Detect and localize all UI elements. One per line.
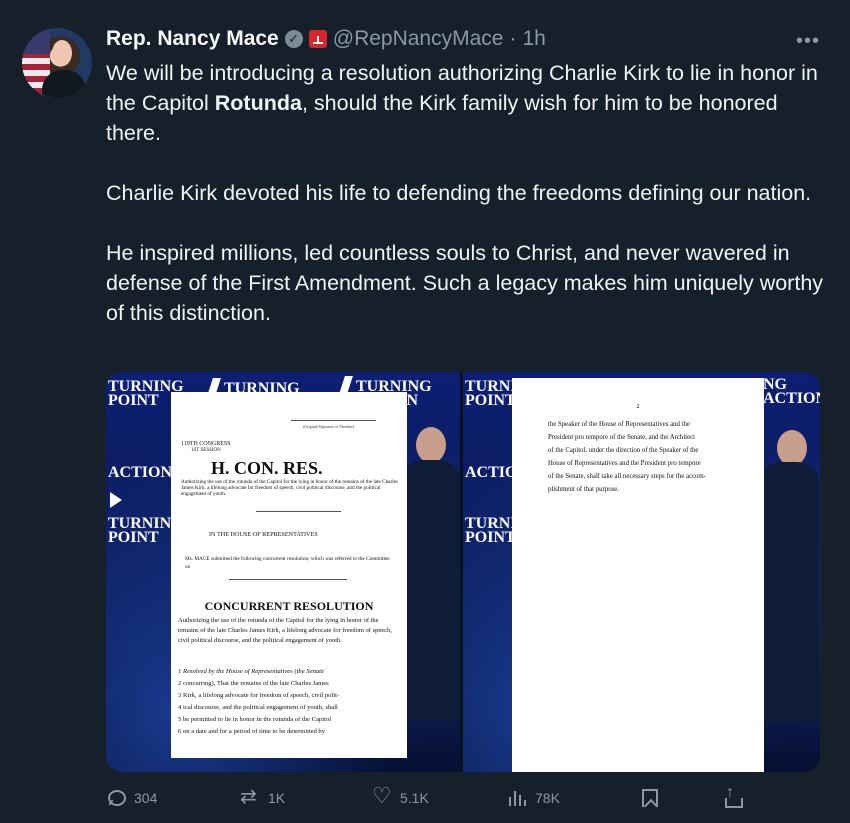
resolution-document-page-1: (Original Signature of Member) 119TH CON…: [171, 392, 407, 758]
views-count: 78K: [535, 790, 560, 806]
tweet-paragraph-3: He inspired millions, led countless soul…: [106, 241, 824, 325]
tweet-text: We will be introducing a resolution auth…: [106, 58, 826, 358]
session-label: 1ST SESSION: [191, 448, 221, 453]
author-avatar[interactable]: [22, 28, 92, 98]
bill-summary: Authorizing the use of the rotunda of th…: [181, 479, 398, 498]
resolution-line-4: 4 ical discourse, and the political enga…: [178, 704, 338, 711]
views-icon: [507, 788, 527, 808]
action-logo-left: ACTION: [108, 464, 173, 481]
repost-icon: [240, 787, 260, 808]
more-options-icon[interactable]: •••: [796, 30, 820, 53]
heart-icon: [372, 785, 392, 808]
resolution-line-5: 5 be permitted to lie in honor in the ro…: [178, 716, 332, 723]
bold-word: Rotunda: [214, 91, 302, 115]
repost-count: 1K: [268, 790, 286, 806]
sponsor-text: Ms. MACE submitted the following concurr…: [185, 556, 390, 570]
concurrent-resolution-title: CONCURRENT RESOLUTION: [204, 599, 374, 613]
separator-dot: ·: [509, 27, 517, 50]
resolution-line-6: 6 on a date and for a period of time to …: [178, 728, 326, 735]
like-button[interactable]: 5.1K: [372, 785, 429, 808]
right-document-line-1: the Speaker of the House of Representati…: [548, 421, 690, 428]
reply-button[interactable]: 304: [106, 788, 157, 808]
house-label: IN THE HOUSE OF REPRESENTATIVES: [209, 531, 318, 538]
tweet-actions: 304 1K 5.1K 78K: [106, 783, 830, 812]
signature-label: (Original Signature of Member): [303, 424, 355, 429]
resolution-summary: Authorizing the use of the rotunda of th…: [178, 617, 392, 644]
media-image-right[interactable]: TURNING POINT ACTION TURNING POINT NG ACTIO…: [463, 372, 820, 772]
right-document-line-5: of the Senate, shall take all necessary …: [548, 473, 706, 480]
media-image-left[interactable]: TURNINGPOINT TURNING TURNINGACTION ACTIO…: [106, 372, 460, 772]
arrow-icon: [110, 492, 122, 508]
page-number: 2: [636, 404, 640, 410]
author-name[interactable]: Rep. Nancy Mace: [106, 27, 279, 51]
right-document-line-2: President pro tempore of the Senate, and…: [548, 434, 696, 441]
bookmark-icon: [638, 788, 658, 808]
like-count: 5.1K: [400, 790, 429, 806]
share-button[interactable]: [722, 783, 743, 808]
views-button[interactable]: 78K: [507, 788, 560, 808]
ng-action-logo-right: NGACTION: [763, 376, 820, 407]
speaker-head: [416, 427, 446, 463]
congress-label: 119TH CONGRESS: [181, 441, 231, 447]
right-document-line-6: plishment of that purpose.: [548, 486, 619, 493]
verified-badge-icon: ✓: [284, 30, 303, 48]
speaker-body-right: [759, 462, 819, 722]
tweet-header: Rep. Nancy Mace ✓ @RepNancyMace · 1h: [106, 26, 546, 52]
resolution-line-2: 2 concurring), That the remains of the l…: [178, 680, 329, 687]
resolution-line-1: 1 Resolved by the House of Representativ…: [178, 668, 324, 675]
bookmark-button[interactable]: [638, 788, 658, 808]
author-handle[interactable]: @RepNancyMace: [333, 27, 504, 51]
tweet-paragraph-2: Charlie Kirk devoted his life to defendi…: [106, 181, 812, 205]
right-document-line-3: of the Capitol, under the direction of t…: [548, 447, 699, 454]
tweet-media-gallery[interactable]: TURNINGPOINT TURNING TURNINGACTION ACTIO…: [106, 372, 820, 772]
tweet-paragraph-1: We will be introducing a resolution auth…: [106, 61, 818, 145]
government-badge-icon: [308, 30, 327, 48]
speaker-body: [401, 460, 460, 720]
post-time[interactable]: 1h: [522, 27, 545, 51]
speaker-head-right: [777, 430, 807, 466]
share-icon: [722, 783, 743, 808]
repost-button[interactable]: 1K: [240, 787, 286, 808]
bill-number: H. CON. RES.: [211, 458, 323, 478]
resolution-document-page-2: 2 the Speaker of the House of Representa…: [512, 378, 764, 772]
resolution-line-3: 3 Kirk, a lifelong advocate for freedom …: [178, 692, 340, 699]
right-document-line-4: House of Representatives and the Preside…: [548, 460, 701, 467]
reply-count: 304: [134, 790, 158, 806]
reply-icon: [106, 788, 126, 808]
